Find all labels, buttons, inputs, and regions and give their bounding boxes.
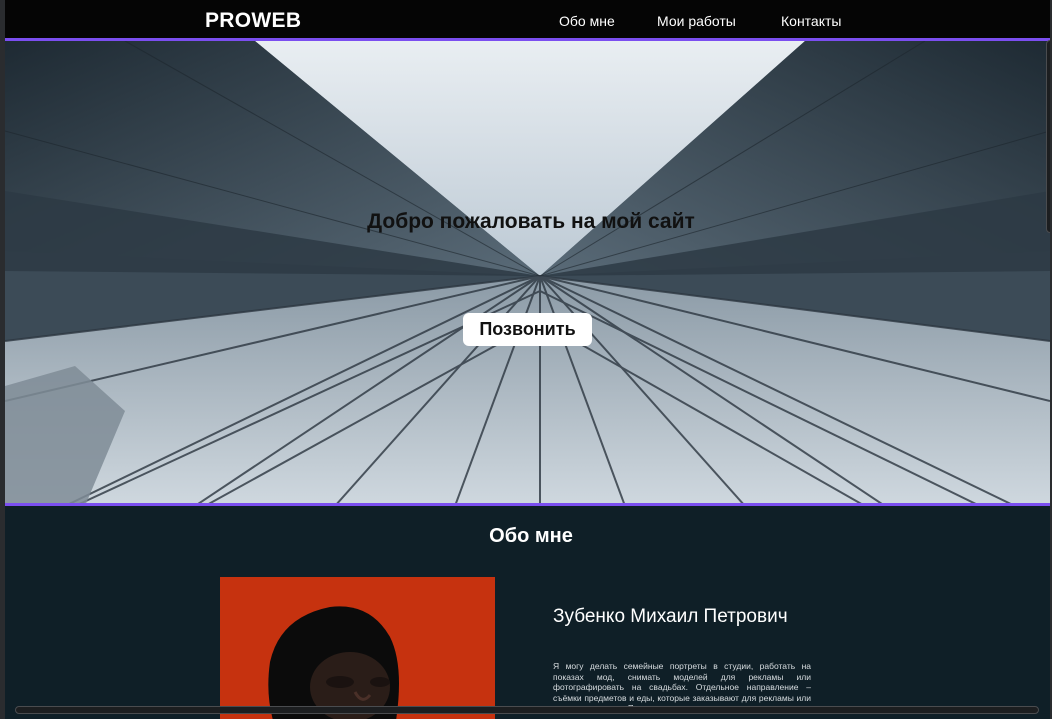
nav-link-works[interactable]: Мои работы: [657, 13, 736, 29]
hero-title: Добро пожаловать на мой сайт: [367, 210, 695, 233]
person-name: Зубенко Михаил Петрович: [553, 606, 788, 627]
vertical-scrollbar[interactable]: [1046, 40, 1050, 233]
portrait-image: [220, 577, 495, 719]
portrait-photo: [220, 577, 495, 719]
nav-link-about[interactable]: Обо мне: [559, 13, 615, 29]
call-button[interactable]: Позвонить: [463, 313, 592, 346]
nav-link-contacts[interactable]: Контакты: [781, 13, 841, 29]
hero-background-image: [5, 41, 1050, 503]
site-header: PROWEB Обо мне Мои работы Контакты: [5, 0, 1050, 41]
horizontal-scrollbar[interactable]: [15, 706, 1039, 714]
about-section: Обо мне Зубенко Михаил Петрович Я могу д…: [5, 506, 1050, 719]
site-logo[interactable]: PROWEB: [205, 9, 301, 33]
browser-viewport: PROWEB Обо мне Мои работы Контакты Добро…: [5, 0, 1050, 719]
hero-section: Добро пожаловать на мой сайт Позвонить: [5, 41, 1050, 506]
about-title: Обо мне: [489, 525, 573, 547]
